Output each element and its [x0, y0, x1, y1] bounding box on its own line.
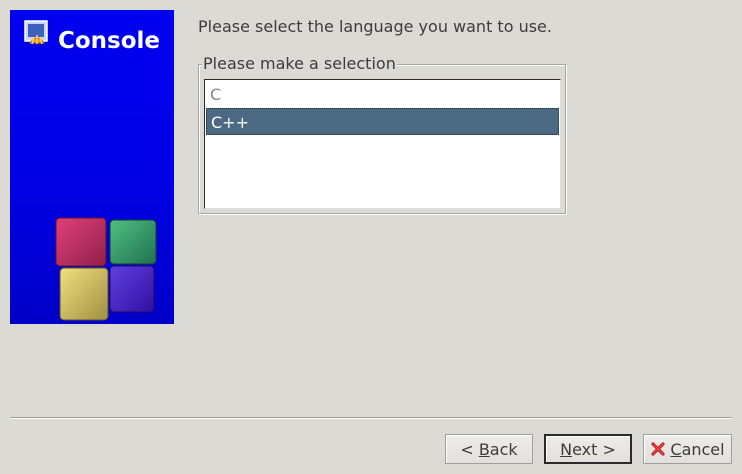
cancel-label: Cancel [670, 439, 725, 459]
list-item-c[interactable]: C [206, 81, 559, 108]
instruction-text: Please select the language you want to u… [198, 17, 552, 36]
cancel-button[interactable]: Cancel [643, 434, 732, 464]
back-label: < Back [460, 439, 518, 459]
wizard-banner: Console [10, 10, 174, 324]
footer-separator [10, 417, 732, 419]
back-button[interactable]: < Back [445, 434, 533, 464]
cancel-x-icon [651, 442, 665, 456]
list-item-cpp[interactable]: C++ [206, 108, 559, 135]
cubes-logo [55, 217, 157, 321]
next-button[interactable]: Next > [544, 434, 632, 464]
console-app-icon [24, 20, 48, 45]
language-listbox[interactable]: C C++ [204, 79, 561, 209]
next-label: Next > [560, 439, 616, 459]
banner-title: Console [58, 28, 161, 54]
selection-group-label: Please make a selection [202, 54, 397, 73]
